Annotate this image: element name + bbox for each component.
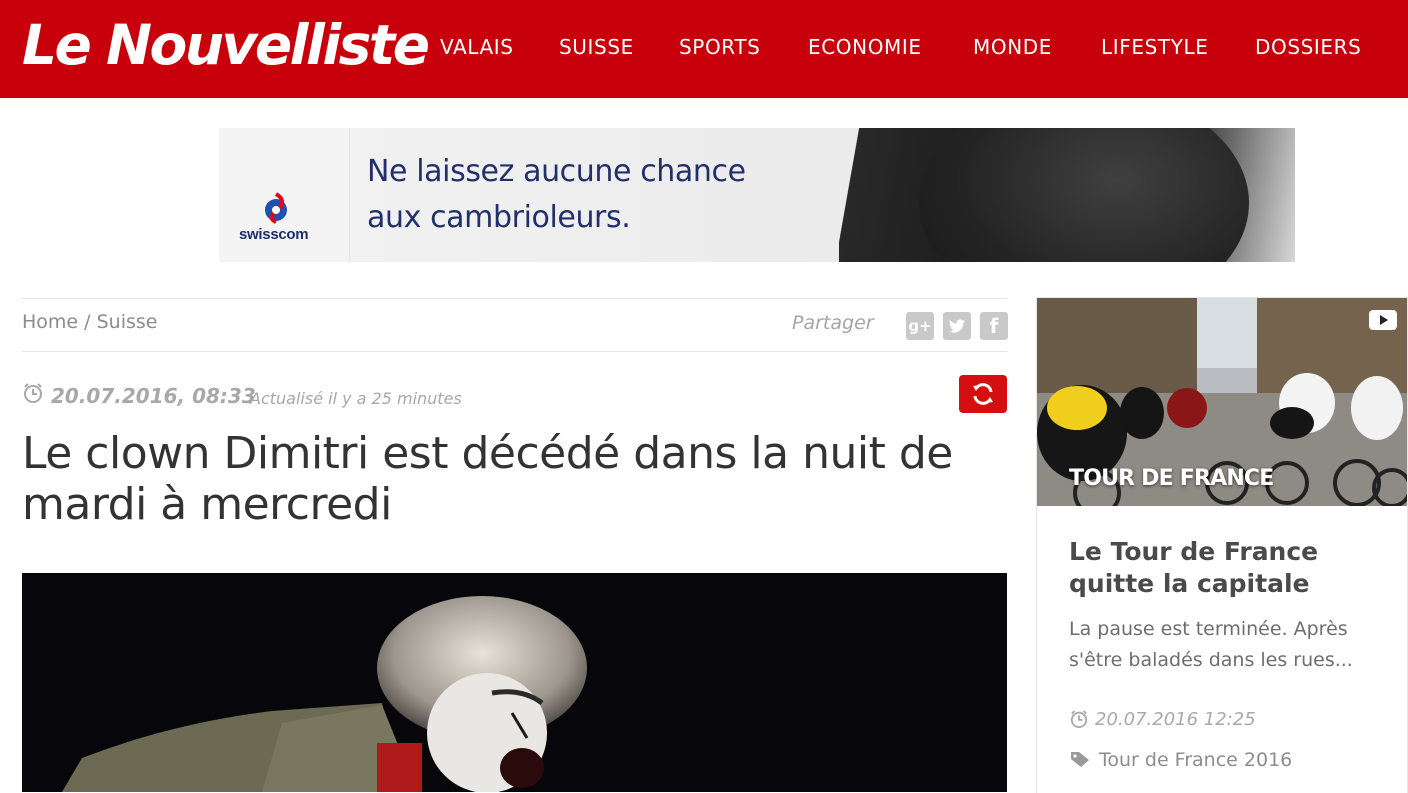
nav-item-valais[interactable]: VALAIS bbox=[440, 34, 514, 60]
ad-text-panel bbox=[349, 128, 839, 262]
breadcrumb-home[interactable]: Home bbox=[22, 311, 78, 333]
sidebar-card-image-label: TOUR DE FRANCE bbox=[1069, 466, 1274, 491]
sidebar-card-topic[interactable]: Tour de France 2016 bbox=[1099, 749, 1292, 771]
nav-item-suisse[interactable]: SUISSE bbox=[559, 34, 634, 60]
site-header: Le Nouvelliste VALAIS SUISSE SPORTS ECON… bbox=[0, 0, 1408, 98]
breadcrumb-section[interactable]: Suisse bbox=[97, 311, 158, 333]
divider-bottom bbox=[22, 351, 1007, 352]
clock-icon bbox=[1070, 710, 1088, 728]
video-play-icon bbox=[1369, 310, 1397, 330]
sidebar-card-excerpt: La pause est terminée. Après s'être bala… bbox=[1069, 618, 1353, 671]
breadcrumb: Home / Suisse bbox=[22, 311, 157, 333]
article-image[interactable] bbox=[22, 573, 1007, 792]
ad-diagonal bbox=[827, 128, 867, 262]
nav-item-dossiers[interactable]: DOSSIERS bbox=[1255, 34, 1361, 60]
tag-icon bbox=[1071, 752, 1089, 767]
nav-item-sports[interactable]: SPORTS bbox=[679, 34, 760, 60]
ad-headline-line-2: aux cambrioleurs. bbox=[367, 200, 631, 235]
breadcrumb-separator: / bbox=[84, 311, 91, 333]
facebook-icon[interactable]: f bbox=[980, 312, 1008, 340]
share-label: Partager bbox=[792, 312, 874, 334]
refresh-icon bbox=[973, 383, 993, 405]
nav-item-economie[interactable]: ECONOMIE bbox=[808, 34, 922, 60]
article-updated: Actualisé il y a 25 minutes bbox=[250, 389, 462, 408]
swisscom-logo-icon bbox=[265, 192, 287, 224]
ad-banner[interactable]: swisscom Ne laissez aucune chance aux ca… bbox=[219, 128, 1295, 262]
nav-item-monde[interactable]: MONDE bbox=[973, 34, 1052, 60]
divider-top bbox=[22, 298, 1007, 299]
article-photo bbox=[22, 573, 1007, 792]
sidebar-article-card[interactable]: TOUR DE FRANCE Le Tour de France quitte … bbox=[1036, 297, 1408, 793]
refresh-button[interactable] bbox=[959, 375, 1007, 413]
site-logo[interactable]: Le Nouvelliste bbox=[22, 10, 430, 80]
nav-item-lifestyle[interactable]: LIFESTYLE bbox=[1101, 34, 1209, 60]
twitter-icon[interactable] bbox=[943, 312, 971, 340]
article-date: 20.07.2016, 08:33 bbox=[51, 384, 256, 408]
sidebar-card-date: 20.07.2016 12:25 bbox=[1095, 709, 1256, 730]
ad-photo-shape bbox=[919, 128, 1249, 262]
article-title: Le clown Dimitri est décédé dans la nuit… bbox=[22, 428, 953, 530]
ad-brand: swisscom bbox=[239, 226, 309, 243]
sidebar-card-title[interactable]: Le Tour de France quitte la capitale bbox=[1069, 536, 1389, 600]
sidebar-card-image[interactable]: TOUR DE FRANCE bbox=[1037, 298, 1407, 506]
ad-headline-line-1: Ne laissez aucune chance bbox=[367, 154, 746, 189]
ad-logo-panel: swisscom bbox=[219, 128, 350, 262]
clock-icon bbox=[24, 383, 42, 403]
google-plus-icon[interactable]: g+ bbox=[906, 312, 934, 340]
